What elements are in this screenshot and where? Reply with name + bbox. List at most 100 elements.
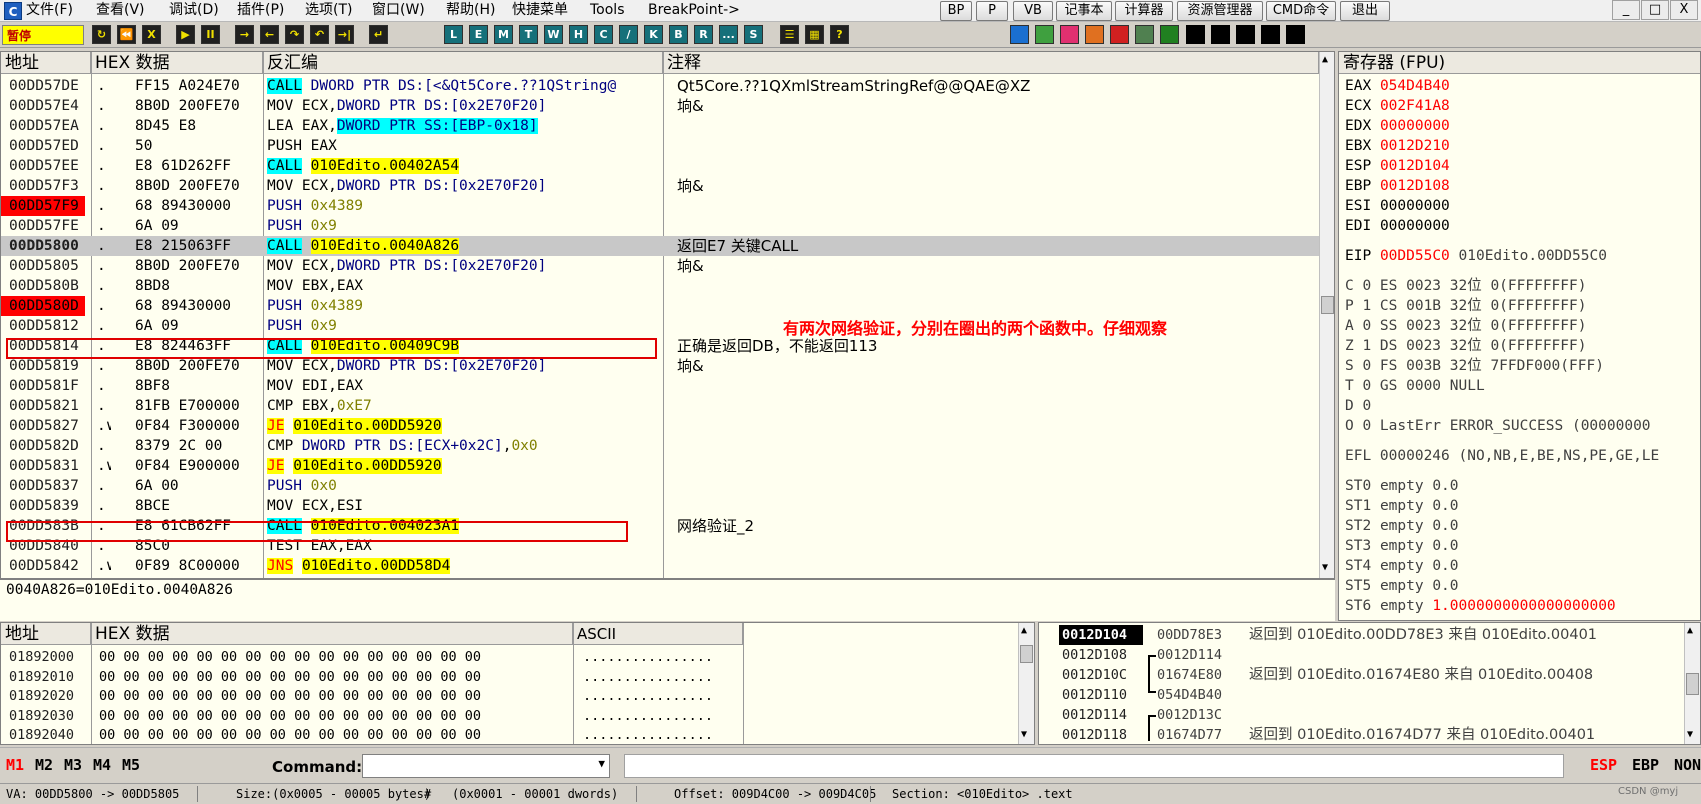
toolbar-black-slot[interactable] [1186,25,1205,44]
fpu-row[interactable]: ST6 empty 1.0000000000000000000 [1345,596,1616,616]
command-input[interactable]: ▼ [362,754,610,778]
dump-header-address[interactable]: 地址 [1,623,91,645]
disassembly-row[interactable]: 00DD57DE. FF15 A024E70 CALL DWORD PTR DS:[… [1,76,1319,96]
menu-item-4[interactable]: 选项(T) [301,0,356,20]
menu-item-9[interactable]: BreakPoint-> [644,0,744,20]
stack-mode-non[interactable]: NON [1674,756,1701,774]
flag-row[interactable]: O 0 LastErr ERROR_SUCCESS (00000000 [1345,416,1651,436]
disassembly-row[interactable]: 00DD581F. 8BF8 MOV EDI,EAX [1,376,1319,396]
memory-tab-m1[interactable]: M1 [6,756,24,774]
toolbar-letter-9[interactable]: B [669,25,688,44]
toolbar-button-10[interactable]: ↵ [369,25,388,44]
fpu-row[interactable]: ST3 empty 0.0 [1345,536,1459,556]
quick-button-3[interactable]: 记事本 [1056,1,1112,21]
flag-row[interactable]: P 1 CS 001B 32位 0(FFFFFFFF) [1345,296,1586,316]
memory-tab-m2[interactable]: M2 [35,756,53,774]
toolbar-extra-1[interactable]: ▦ [805,25,824,44]
toolbar-extra-2[interactable]: ? [830,25,849,44]
dump-row[interactable]: 01892020 00 00 00 00 00 00 00 00 00 00 00… [1,686,1017,706]
register-row[interactable]: EBX 0012D210 [1345,136,1450,156]
flag-row[interactable]: D 0 [1345,396,1371,416]
disassembly-row[interactable]: 00DD5831 .∨ 0F84 E900000 JE 010Edito.00DD59… [1,456,1319,476]
scroll-up-icon[interactable]: ▲ [1021,625,1027,636]
scroll-thumb[interactable] [1686,673,1699,695]
plugin-icon-6[interactable] [1160,25,1179,44]
fpu-row[interactable]: ST4 empty 0.0 [1345,556,1459,576]
scroll-thumb[interactable] [1020,645,1033,663]
toolbar-button-0[interactable]: ↻ [92,25,111,44]
menu-item-8[interactable]: Tools [586,0,629,20]
fpu-row[interactable]: ST2 empty 0.0 [1345,516,1459,536]
stack-row[interactable]: 0012D108 0012D114 [1039,645,1683,665]
toolbar-button-1[interactable]: ⏪ [117,25,136,44]
plugin-icon-5[interactable] [1135,25,1154,44]
register-value[interactable]: 0012D104 [1380,158,1450,174]
fpu-row[interactable]: ST0 empty 0.0 [1345,476,1459,496]
disassembly-row[interactable]: 00DD580D. 68 89430000 PUSH 0x4389 [1,296,1319,316]
register-value[interactable]: 002F41A8 [1380,98,1450,114]
disassembly-row[interactable]: 00DD582D. 8379 2C 00 CMP DWORD PTR DS:[ECX… [1,436,1319,456]
disassembly-row[interactable]: 00DD5842 .∨ 0F89 8C00000 JNS 010Edito.00DD5… [1,556,1319,576]
register-row-eip[interactable]: EIP 00DD55C0 010Edito.00DD55C0 [1345,246,1607,266]
disassembly-row[interactable]: 00DD580B. 8BD8 MOV EBX,EAX [1,276,1319,296]
stack-row[interactable]: 0012D118 01674D77 返回到 010Edito.01674D77 来自… [1039,725,1683,744]
quick-button-4[interactable]: 计算器 [1115,1,1173,21]
menu-item-0[interactable]: 文件(F) [22,0,77,20]
memory-tab-m5[interactable]: M5 [122,756,140,774]
disassembly-row[interactable]: 00DD5839. 8BCE MOV ECX,ESI [1,496,1319,516]
disassembly-row[interactable]: 00DD5837. 6A 00 PUSH 0x0 [1,476,1319,496]
toolbar-button-4[interactable]: II [201,25,220,44]
toolbar-letter-5[interactable]: H [569,25,588,44]
disassembly-row[interactable]: 00DD57E4. 8B0D 200FE70 MOV ECX,DWORD PTR D… [1,96,1319,116]
menu-item-5[interactable]: 窗口(W) [368,0,429,20]
stack-row[interactable]: 0012D104 00DD78E3 返回到 010Edito.00DD78E3 来自… [1039,625,1683,645]
dump-header-hex[interactable]: HEX 数据 [91,623,573,645]
dump-row[interactable]: 01892040 00 00 00 00 00 00 00 00 00 00 00… [1,725,1017,744]
toolbar-black-slot[interactable] [1236,25,1255,44]
menu-item-1[interactable]: 查看(V) [92,0,149,20]
toolbar-button-9[interactable]: →| [335,25,354,44]
disassembly-row[interactable]: 00DD5800. E8 215063FF CALL 010Edito.0040A8… [1,236,1319,256]
toolbar-letter-3[interactable]: T [519,25,538,44]
register-value[interactable]: 0012D210 [1380,138,1450,154]
register-row[interactable]: ECX 002F41A8 [1345,96,1450,116]
disassembly-row[interactable]: 00DD57EA. 8D45 E8 LEA EAX,DWORD PTR SS:[EB… [1,116,1319,136]
register-value[interactable]: 00000000 [1380,198,1450,214]
quick-button-1[interactable]: P [976,1,1008,21]
toolbar-letter-11[interactable]: ... [719,25,738,44]
scroll-thumb[interactable] [1321,296,1334,314]
toolbar-letter-12[interactable]: S [744,25,763,44]
registers-header[interactable]: 寄存器 (FPU) [1339,52,1700,74]
quick-button-6[interactable]: CMD命令 [1266,1,1336,21]
plugin-icon-2[interactable] [1060,25,1079,44]
register-row[interactable]: EDI 00000000 [1345,216,1450,236]
plugin-icon-4[interactable] [1110,25,1129,44]
stack-pane[interactable]: 0012D104 00DD78E3 返回到 010Edito.00DD78E3 来自… [1038,622,1701,745]
fpu-row[interactable]: ST1 empty 0.0 [1345,496,1459,516]
dump-row[interactable]: 01892010 00 00 00 00 00 00 00 00 00 00 00… [1,667,1017,687]
efl-row[interactable]: EFL 00000246 (NO,NB,E,BE,NS,PE,GE,LE [1345,446,1659,466]
quick-button-5[interactable]: 资源管理器 [1177,1,1263,21]
column-header-comment[interactable]: 注释 [663,52,1319,74]
disassembly-row[interactable]: 00DD5827 .∨ 0F84 F300000 JE 010Edito.00DD59… [1,416,1319,436]
register-value[interactable]: 00DD55C0 [1380,248,1450,264]
flag-row[interactable]: C 0 ES 0023 32位 0(FFFFFFFF) [1345,276,1586,296]
menu-item-6[interactable]: 帮助(H) [442,0,499,20]
stack-mode-esp[interactable]: ESP [1590,756,1617,774]
toolbar-extra-0[interactable]: ☰ [780,25,799,44]
toolbar-letter-8[interactable]: K [644,25,663,44]
toolbar-letter-10[interactable]: R [694,25,713,44]
maximize-button[interactable]: □ [1641,0,1669,20]
column-header-disassembly[interactable]: 反汇编 [263,52,663,74]
register-value[interactable]: 0012D108 [1380,178,1450,194]
dump-header-ascii[interactable]: ASCII [573,623,743,645]
memory-tab-m3[interactable]: M3 [64,756,82,774]
toolbar-button-5[interactable]: → [235,25,254,44]
column-header-hex[interactable]: HEX 数据 [91,52,263,74]
quick-button-7[interactable]: 退出 [1340,1,1390,21]
register-row[interactable]: EDX 00000000 [1345,116,1450,136]
dump-scrollbar[interactable]: ▲ ▼ [1018,623,1034,744]
memory-tab-m4[interactable]: M4 [93,756,111,774]
flag-row[interactable]: A 0 SS 0023 32位 0(FFFFFFFF) [1345,316,1586,336]
quick-button-0[interactable]: BP [940,1,972,21]
